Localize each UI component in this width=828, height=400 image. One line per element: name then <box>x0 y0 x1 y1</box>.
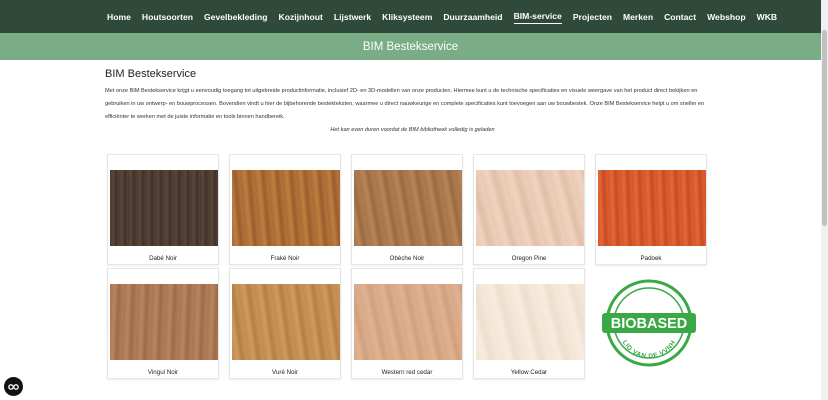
product-card-dabe-noir[interactable]: Dabé Noir <box>107 154 219 265</box>
nav-gevelbekleding[interactable]: Gevelbekleding <box>204 10 268 24</box>
product-name: Oregon Pine <box>511 255 547 262</box>
intro-section: BIM Bestekservice Met onze BIM Bestekser… <box>105 68 720 133</box>
biobased-badge: BIOBASED LID VAN DE VVNH <box>602 279 696 367</box>
product-card-vure-noir[interactable]: Vuré Noir <box>229 268 341 379</box>
product-card-yellow-cedar[interactable]: Yellow Cedar <box>473 268 585 379</box>
nav-houtsoorten[interactable]: Houtsoorten <box>142 10 193 24</box>
product-name: Yellow Cedar <box>510 369 548 376</box>
product-card-obeche-noir[interactable]: Obèche Noir <box>351 154 463 265</box>
product-name: Dabé Noir <box>149 255 177 262</box>
product-name: Fraké Noir <box>270 255 300 262</box>
scrollbar-thumb[interactable] <box>822 30 827 226</box>
banner-title: BIM Bestekservice <box>362 40 459 53</box>
nav-wkb[interactable]: WKB <box>757 10 778 24</box>
product-card-oregon-pine[interactable]: Oregon Pine <box>473 154 585 265</box>
main-navigation: Home Houtsoorten Gevelbekleding Kozijnho… <box>0 0 821 33</box>
nav-kozijnhout[interactable]: Kozijnhout <box>279 10 323 24</box>
nav-webshop[interactable]: Webshop <box>707 10 746 24</box>
product-card-padoek[interactable]: Padoek <box>595 154 707 265</box>
product-card-frake-noir[interactable]: Fraké Noir <box>229 154 341 265</box>
product-swatch[interactable] <box>232 170 340 246</box>
badge-text: BIOBASED <box>611 316 688 332</box>
product-swatch[interactable] <box>354 284 462 360</box>
nav-duurzaamheid[interactable]: Duurzaamheid <box>443 10 502 24</box>
product-name: Obèche Noir <box>389 255 425 262</box>
product-swatch[interactable] <box>476 170 584 246</box>
nav-home[interactable]: Home <box>107 10 131 24</box>
nav-contact[interactable]: Contact <box>664 10 696 24</box>
nav-kliksysteem[interactable]: Kliksysteem <box>382 10 432 24</box>
page-banner: BIM Bestekservice <box>0 33 821 60</box>
product-swatch[interactable] <box>476 284 584 360</box>
nav-projecten[interactable]: Projecten <box>573 10 612 24</box>
nav-bim-service[interactable]: BIM-service <box>513 9 562 24</box>
loading-note: Het kan even duren voordat de BIM biblio… <box>330 127 495 133</box>
product-swatch[interactable] <box>110 170 218 246</box>
product-swatch[interactable] <box>110 284 218 360</box>
product-card-vingui-noir[interactable]: Vingui Noir <box>107 268 219 379</box>
page-title: BIM Bestekservice <box>105 68 197 80</box>
cookie-settings-button[interactable] <box>4 377 23 396</box>
nav-lijstwerk[interactable]: Lijstwerk <box>334 10 371 24</box>
eye-icon <box>8 383 19 390</box>
product-swatch[interactable] <box>598 170 706 246</box>
product-name: Vuré Noir <box>272 369 298 376</box>
nav-merken[interactable]: Merken <box>623 10 653 24</box>
page: Home Houtsoorten Gevelbekleding Kozijnho… <box>0 0 828 400</box>
product-name: Vingui Noir <box>147 369 179 376</box>
intro-text: Met onze BIM Bestekservice krijgt u eenv… <box>105 88 705 120</box>
product-swatch[interactable] <box>232 284 340 360</box>
product-swatch[interactable] <box>354 170 462 246</box>
page-scrollbar[interactable] <box>821 0 828 400</box>
product-name: Western red cedar <box>381 369 433 376</box>
product-card-western-red-cedar[interactable]: Western red cedar <box>351 268 463 379</box>
product-name: Padoek <box>640 255 662 262</box>
